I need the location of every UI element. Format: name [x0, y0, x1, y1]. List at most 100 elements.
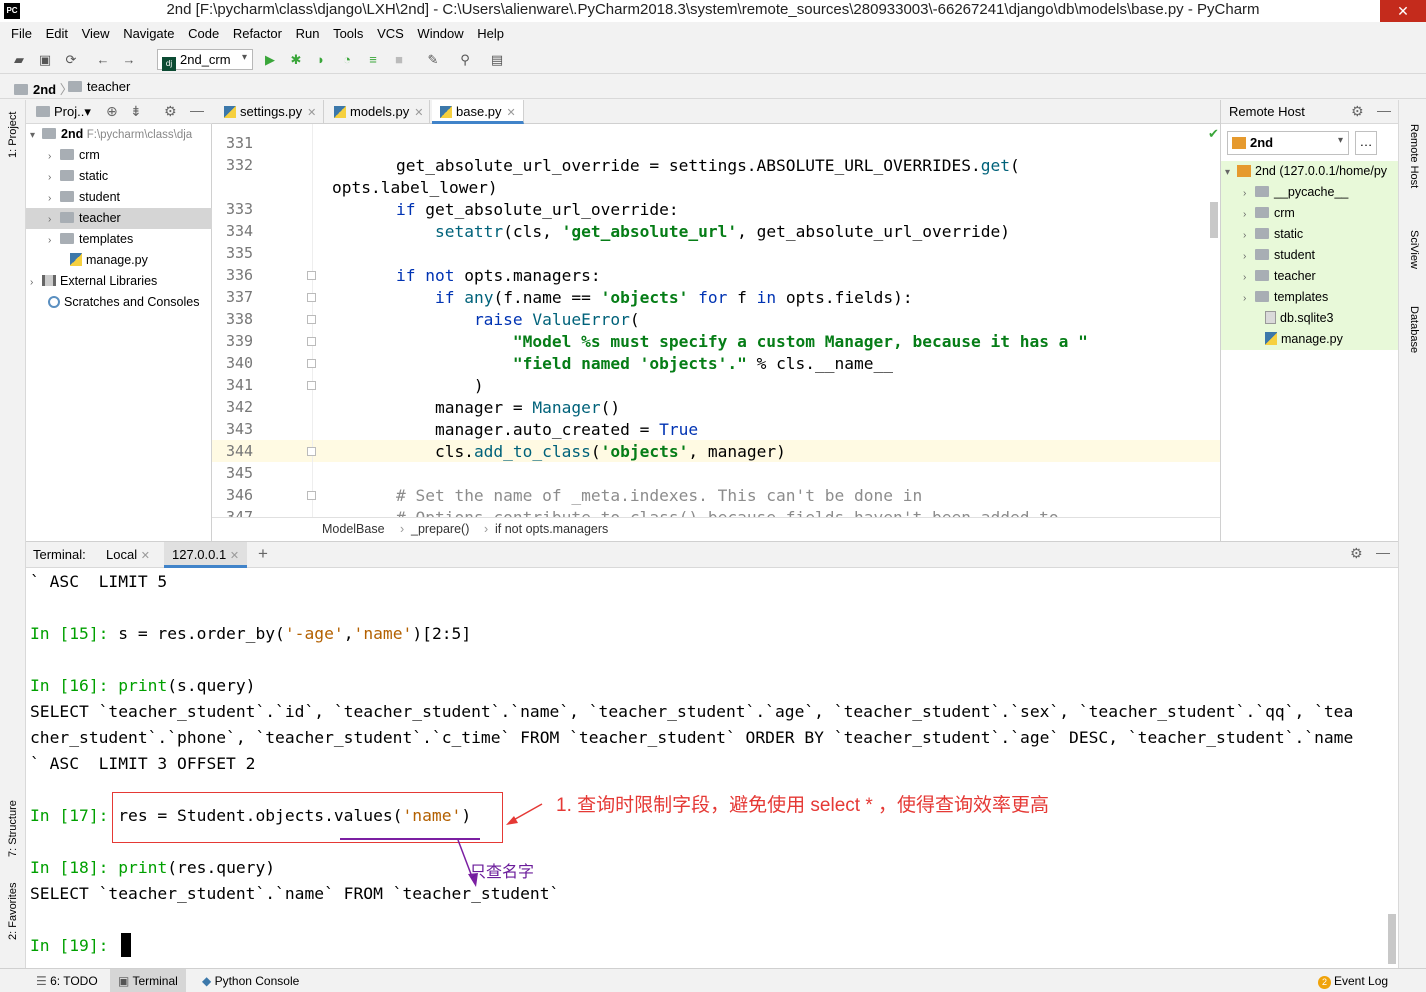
tree-item-teacher[interactable]: › teacher	[26, 208, 212, 229]
remote-item-student[interactable]: › student	[1221, 245, 1399, 266]
close-window-button[interactable]: ✕	[1380, 0, 1426, 22]
sftp-icon	[1232, 137, 1246, 149]
tree-item-scratches[interactable]: Scratches and Consoles	[26, 292, 212, 313]
fold-marker[interactable]	[307, 315, 316, 324]
terminal-scrollbar[interactable]	[1388, 914, 1396, 964]
structure-tool-tab[interactable]: 7: Structure	[7, 800, 19, 857]
remote-item-static[interactable]: › static	[1221, 224, 1399, 245]
debug-icon[interactable]: ✱	[287, 51, 305, 69]
wrench-icon[interactable]: ✎	[424, 51, 442, 69]
browse-servers-button[interactable]: …	[1355, 131, 1377, 155]
breadcrumb-block[interactable]: if not opts.managers	[495, 522, 608, 536]
run-config-select[interactable]: dj 2nd_crm ▾	[157, 49, 253, 71]
terminal-prompt[interactable]: In [19]:	[30, 936, 118, 955]
search-icon[interactable]: ⚲	[456, 51, 474, 69]
fold-marker[interactable]	[307, 337, 316, 346]
project-tool-tab[interactable]: 1: Project	[7, 112, 19, 158]
tree-item-external-libraries[interactable]: › External Libraries	[26, 271, 212, 292]
tab-models-py[interactable]: models.py ✕	[326, 100, 430, 124]
tree-item-manage-py[interactable]: manage.py	[26, 250, 212, 271]
line-number: 331	[226, 134, 254, 152]
menu-view[interactable]: View	[77, 22, 115, 41]
breadcrumb-class[interactable]: ModelBase	[322, 522, 385, 536]
tab-settings-py[interactable]: settings.py ✕	[216, 100, 324, 124]
hide-icon[interactable]: —	[1377, 102, 1391, 118]
remote-server-select[interactable]: 2nd ▾	[1227, 131, 1349, 155]
locate-icon[interactable]: ⊕	[106, 103, 118, 120]
terminal-icon[interactable]: ▤	[488, 51, 506, 69]
menu-code[interactable]: Code	[183, 22, 224, 41]
menu-file[interactable]: File	[6, 22, 37, 41]
project-view-select[interactable]: Proj..▾	[54, 104, 91, 120]
remote-item-db-sqlite3[interactable]: db.sqlite3	[1221, 308, 1399, 329]
fold-marker[interactable]	[307, 271, 316, 280]
run-icon[interactable]: ▶	[261, 51, 279, 69]
event-log-button[interactable]: 2 Event Log	[1318, 974, 1388, 989]
close-icon[interactable]: ✕	[141, 550, 150, 562]
fold-marker[interactable]	[307, 491, 316, 500]
editor-scrollbar[interactable]	[1210, 202, 1218, 238]
menu-navigate[interactable]: Navigate	[118, 22, 179, 41]
chevron-right-icon: ›	[1243, 293, 1247, 304]
terminal-tool-button[interactable]: ▣ Terminal	[110, 969, 186, 992]
fold-marker[interactable]	[307, 447, 316, 456]
menu-edit[interactable]: Edit	[41, 22, 73, 41]
code-area[interactable]: ✔ 331 332 333 334 335 336 337 338 339 34…	[212, 124, 1220, 517]
fold-marker[interactable]	[307, 293, 316, 302]
sync-icon[interactable]: ⟳	[62, 51, 80, 69]
remote-item-templates[interactable]: › templates	[1221, 287, 1399, 308]
terminal-tab-remote[interactable]: 127.0.0.1 ✕	[164, 542, 248, 568]
save-icon[interactable]: ▣	[36, 51, 54, 69]
remote-item-manage-py[interactable]: manage.py	[1221, 329, 1399, 350]
gear-icon[interactable]: ⚙	[164, 103, 177, 120]
menu-refactor[interactable]: Refactor	[228, 22, 287, 41]
tree-item-crm[interactable]: › crm	[26, 145, 212, 166]
open-folder-icon[interactable]: ▰	[10, 51, 28, 69]
menu-vcs[interactable]: VCS	[372, 22, 409, 41]
breadcrumb-folder[interactable]: teacher	[68, 79, 130, 94]
menu-run[interactable]: Run	[291, 22, 325, 41]
remote-item-pycache[interactable]: › __pycache__	[1221, 182, 1399, 203]
chevron-down-icon: ▾	[1225, 167, 1231, 178]
breadcrumb-project[interactable]: 2nd 〉	[14, 79, 73, 98]
new-terminal-icon[interactable]: +	[258, 544, 268, 564]
tree-item-student[interactable]: › student	[26, 187, 212, 208]
gear-icon[interactable]: ⚙	[1350, 545, 1363, 562]
sciview-tool-tab[interactable]: SciView	[1408, 230, 1420, 269]
profile-icon[interactable]: ◔	[338, 51, 356, 69]
menu-tools[interactable]: Tools	[328, 22, 368, 41]
fold-marker[interactable]	[307, 381, 316, 390]
menu-help[interactable]: Help	[472, 22, 509, 41]
hide-icon[interactable]: —	[1376, 544, 1390, 560]
todo-tool-button[interactable]: ☰ 6: TODO	[36, 974, 98, 988]
folder-icon	[68, 81, 82, 92]
menu-window[interactable]: Window	[412, 22, 468, 41]
tree-item-static[interactable]: › static	[26, 166, 212, 187]
favorites-tool-tab[interactable]: 2: Favorites	[7, 883, 19, 940]
close-icon[interactable]: ✕	[307, 107, 316, 119]
coverage-icon[interactable]: ◗	[312, 51, 330, 69]
database-tool-tab[interactable]: Database	[1408, 306, 1420, 353]
collapse-icon[interactable]: ⇟	[130, 103, 142, 120]
close-icon[interactable]: ✕	[230, 550, 239, 562]
gear-icon[interactable]: ⚙	[1351, 103, 1364, 120]
remote-tree-root[interactable]: ▾ 2nd (127.0.0.1/home/py	[1221, 161, 1399, 182]
remote-item-crm[interactable]: › crm	[1221, 203, 1399, 224]
forward-icon[interactable]: →	[120, 51, 138, 69]
tab-base-py[interactable]: base.py ✕	[432, 100, 524, 124]
terminal-tab-local[interactable]: Local ✕	[98, 542, 158, 567]
remote-host-tool-tab[interactable]: Remote Host	[1408, 124, 1420, 188]
back-icon[interactable]: ←	[94, 51, 112, 69]
breadcrumb-method[interactable]: _prepare()	[411, 522, 469, 536]
hide-icon[interactable]: —	[190, 102, 204, 118]
remote-item-teacher[interactable]: › teacher	[1221, 266, 1399, 287]
python-console-tool-button[interactable]: ◆ Python Console	[202, 974, 299, 988]
stop-icon[interactable]: ■	[390, 51, 408, 69]
navigation-bar: 2nd 〉 teacher	[0, 75, 1426, 99]
concurrency-icon[interactable]: ≡	[364, 51, 382, 69]
close-icon[interactable]: ✕	[507, 107, 516, 119]
fold-marker[interactable]	[307, 359, 316, 368]
close-icon[interactable]: ✕	[414, 107, 423, 119]
tree-item-templates[interactable]: › templates	[26, 229, 212, 250]
tree-root[interactable]: ▾ 2nd F:\pycharm\class\dja	[26, 124, 212, 145]
